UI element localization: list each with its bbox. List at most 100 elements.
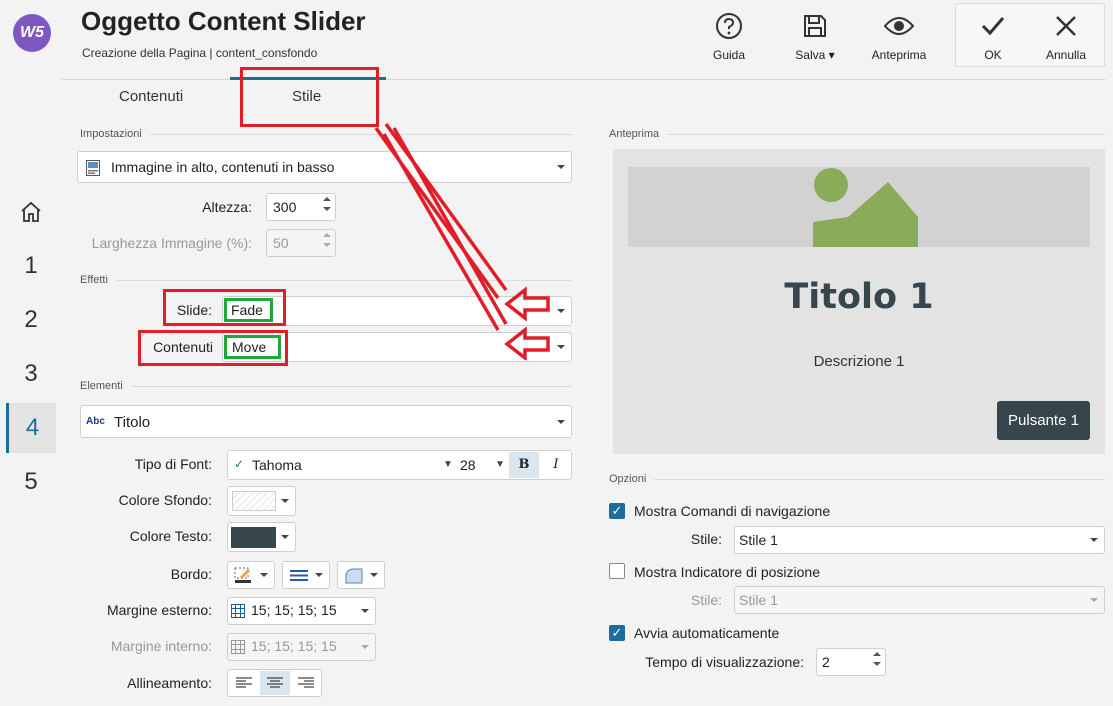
transparent-swatch xyxy=(232,491,276,511)
guide-label: Guida xyxy=(712,48,746,62)
pencil-icon xyxy=(234,567,251,583)
display-time-label: Tempo di visualizzazione: xyxy=(645,654,804,670)
slide-effect-value: Fade xyxy=(231,302,263,318)
bold-toggle[interactable]: B xyxy=(509,452,539,478)
page-title: Oggetto Content Slider xyxy=(81,6,366,36)
border-color-button[interactable] xyxy=(227,561,275,589)
app-logo: W5 xyxy=(13,14,51,52)
element-value: Titolo xyxy=(114,414,151,431)
text-color-label: Colore Testo: xyxy=(129,528,212,544)
image-width-label: Larghezza Immagine (%): xyxy=(91,235,252,251)
text-color-picker[interactable] xyxy=(227,522,296,552)
rail-step-2[interactable]: 2 xyxy=(6,295,56,345)
inner-margin-value: 15; 15; 15; 15 xyxy=(251,638,337,654)
elements-heading: Elementi xyxy=(80,380,572,392)
chevron-down-icon xyxy=(315,573,323,577)
image-placeholder-icon xyxy=(813,168,918,247)
home-icon[interactable] xyxy=(6,187,56,237)
bg-color-picker[interactable] xyxy=(227,486,296,516)
breadcrumb: Creazione della Pagina | content_consfon… xyxy=(82,46,318,60)
chevron-down-icon[interactable]: ▼ xyxy=(495,459,505,470)
border-style-button[interactable] xyxy=(282,561,330,589)
content-effect-label: Contenuti xyxy=(153,339,213,355)
autoplay-label: Avvia automaticamente xyxy=(634,625,780,641)
height-label: Altezza: xyxy=(202,199,252,215)
slider-preview: Titolo 1 Descrizione 1 Pulsante 1 xyxy=(613,149,1105,454)
text-color-swatch xyxy=(231,527,276,548)
save-label: Salva ▾ xyxy=(795,48,835,62)
annotation-highlight-content-value: Move xyxy=(224,335,281,359)
position-style-value: Stile 1 xyxy=(739,592,778,608)
outer-margin-label: Margine esterno: xyxy=(106,602,212,618)
spin-arrows-icon[interactable] xyxy=(323,233,331,247)
align-left-icon xyxy=(236,677,252,688)
bg-color-label: Colore Sfondo: xyxy=(118,492,212,508)
inner-margin-select[interactable]: 15; 15; 15; 15 xyxy=(227,633,376,661)
display-time-stepper[interactable]: 2 xyxy=(816,648,886,676)
font-family-value[interactable]: Tahoma xyxy=(252,457,302,473)
height-stepper[interactable]: 300 xyxy=(266,193,336,221)
margin-grid-icon xyxy=(231,640,245,654)
autoplay-checkbox[interactable]: ✓ xyxy=(609,625,625,641)
annotation-arrows xyxy=(374,122,550,360)
preview-title: Titolo 1 xyxy=(784,277,934,317)
close-icon xyxy=(1056,16,1076,36)
position-style-label: Stile: xyxy=(690,592,722,608)
align-center-button[interactable] xyxy=(260,671,290,695)
text-element-icon: Abc xyxy=(86,416,105,427)
align-right-icon xyxy=(298,677,314,688)
line-style-icon xyxy=(290,570,308,581)
element-select[interactable]: Abc Titolo xyxy=(80,405,572,438)
preview-label: Anteprima xyxy=(871,48,927,62)
outer-margin-value: 15; 15; 15; 15 xyxy=(251,602,337,618)
nav-style-select[interactable]: Stile 1 xyxy=(734,526,1105,554)
show-position-checkbox[interactable] xyxy=(609,563,625,579)
chevron-down-icon xyxy=(1090,598,1098,602)
align-right-button[interactable] xyxy=(291,671,321,695)
floppy-icon xyxy=(804,15,826,37)
rail-step-3[interactable]: 3 xyxy=(6,349,56,399)
header-divider xyxy=(62,79,1105,80)
cancel-button[interactable]: Annulla xyxy=(1035,8,1097,66)
outer-margin-select[interactable]: 15; 15; 15; 15 xyxy=(227,597,376,625)
tab-contenuti[interactable]: Contenuti xyxy=(119,88,183,105)
image-width-value: 50 xyxy=(273,235,289,251)
app-window: W5 1 2 3 4 5 Oggetto Content Slider Crea… xyxy=(0,0,1113,706)
left-rail: W5 1 2 3 4 5 xyxy=(0,0,62,706)
chevron-down-icon xyxy=(361,609,369,613)
spin-arrows-icon[interactable] xyxy=(873,652,881,666)
chevron-down-icon xyxy=(260,573,268,577)
layout-value: Immagine in alto, contenuti in basso xyxy=(111,159,335,175)
content-effect-value: Move xyxy=(232,339,267,355)
ok-button[interactable]: OK xyxy=(962,8,1024,66)
nav-style-label: Stile: xyxy=(690,531,722,547)
alignment-group xyxy=(227,669,322,697)
display-time-value: 2 xyxy=(822,654,830,670)
rail-step-5[interactable]: 5 xyxy=(6,457,56,507)
inner-margin-label: Margine interno: xyxy=(110,638,212,654)
margin-grid-icon xyxy=(231,604,245,618)
italic-toggle[interactable]: I xyxy=(542,452,570,478)
position-style-select[interactable]: Stile 1 xyxy=(734,586,1105,614)
rail-step-1[interactable]: 1 xyxy=(6,241,56,291)
layout-icon xyxy=(86,160,100,176)
border-radius-button[interactable] xyxy=(337,561,385,589)
preview-button: Pulsante 1 xyxy=(997,401,1090,440)
chevron-down-icon xyxy=(1090,538,1098,542)
border-label: Bordo: xyxy=(170,566,212,582)
show-position-label: Mostra Indicatore di posizione xyxy=(634,564,820,580)
annotation-highlight-slide-value: Fade xyxy=(224,298,273,322)
chevron-down-icon xyxy=(281,499,289,503)
guide-button[interactable]: Guida xyxy=(698,8,760,66)
save-button[interactable]: Salva ▾ xyxy=(784,8,846,66)
rail-step-4[interactable]: 4 xyxy=(6,403,56,453)
show-nav-checkbox[interactable]: ✓ xyxy=(609,503,625,519)
font-size-value[interactable]: 28 xyxy=(460,457,476,473)
image-width-stepper[interactable]: 50 xyxy=(266,229,336,257)
chevron-down-icon[interactable]: ▼ xyxy=(443,459,453,470)
preview-description: Descrizione 1 xyxy=(813,353,905,370)
align-left-button[interactable] xyxy=(229,671,259,695)
spin-arrows-icon[interactable] xyxy=(323,197,331,211)
preview-button[interactable]: Anteprima xyxy=(868,8,930,66)
options-heading: Opzioni xyxy=(609,473,1105,485)
